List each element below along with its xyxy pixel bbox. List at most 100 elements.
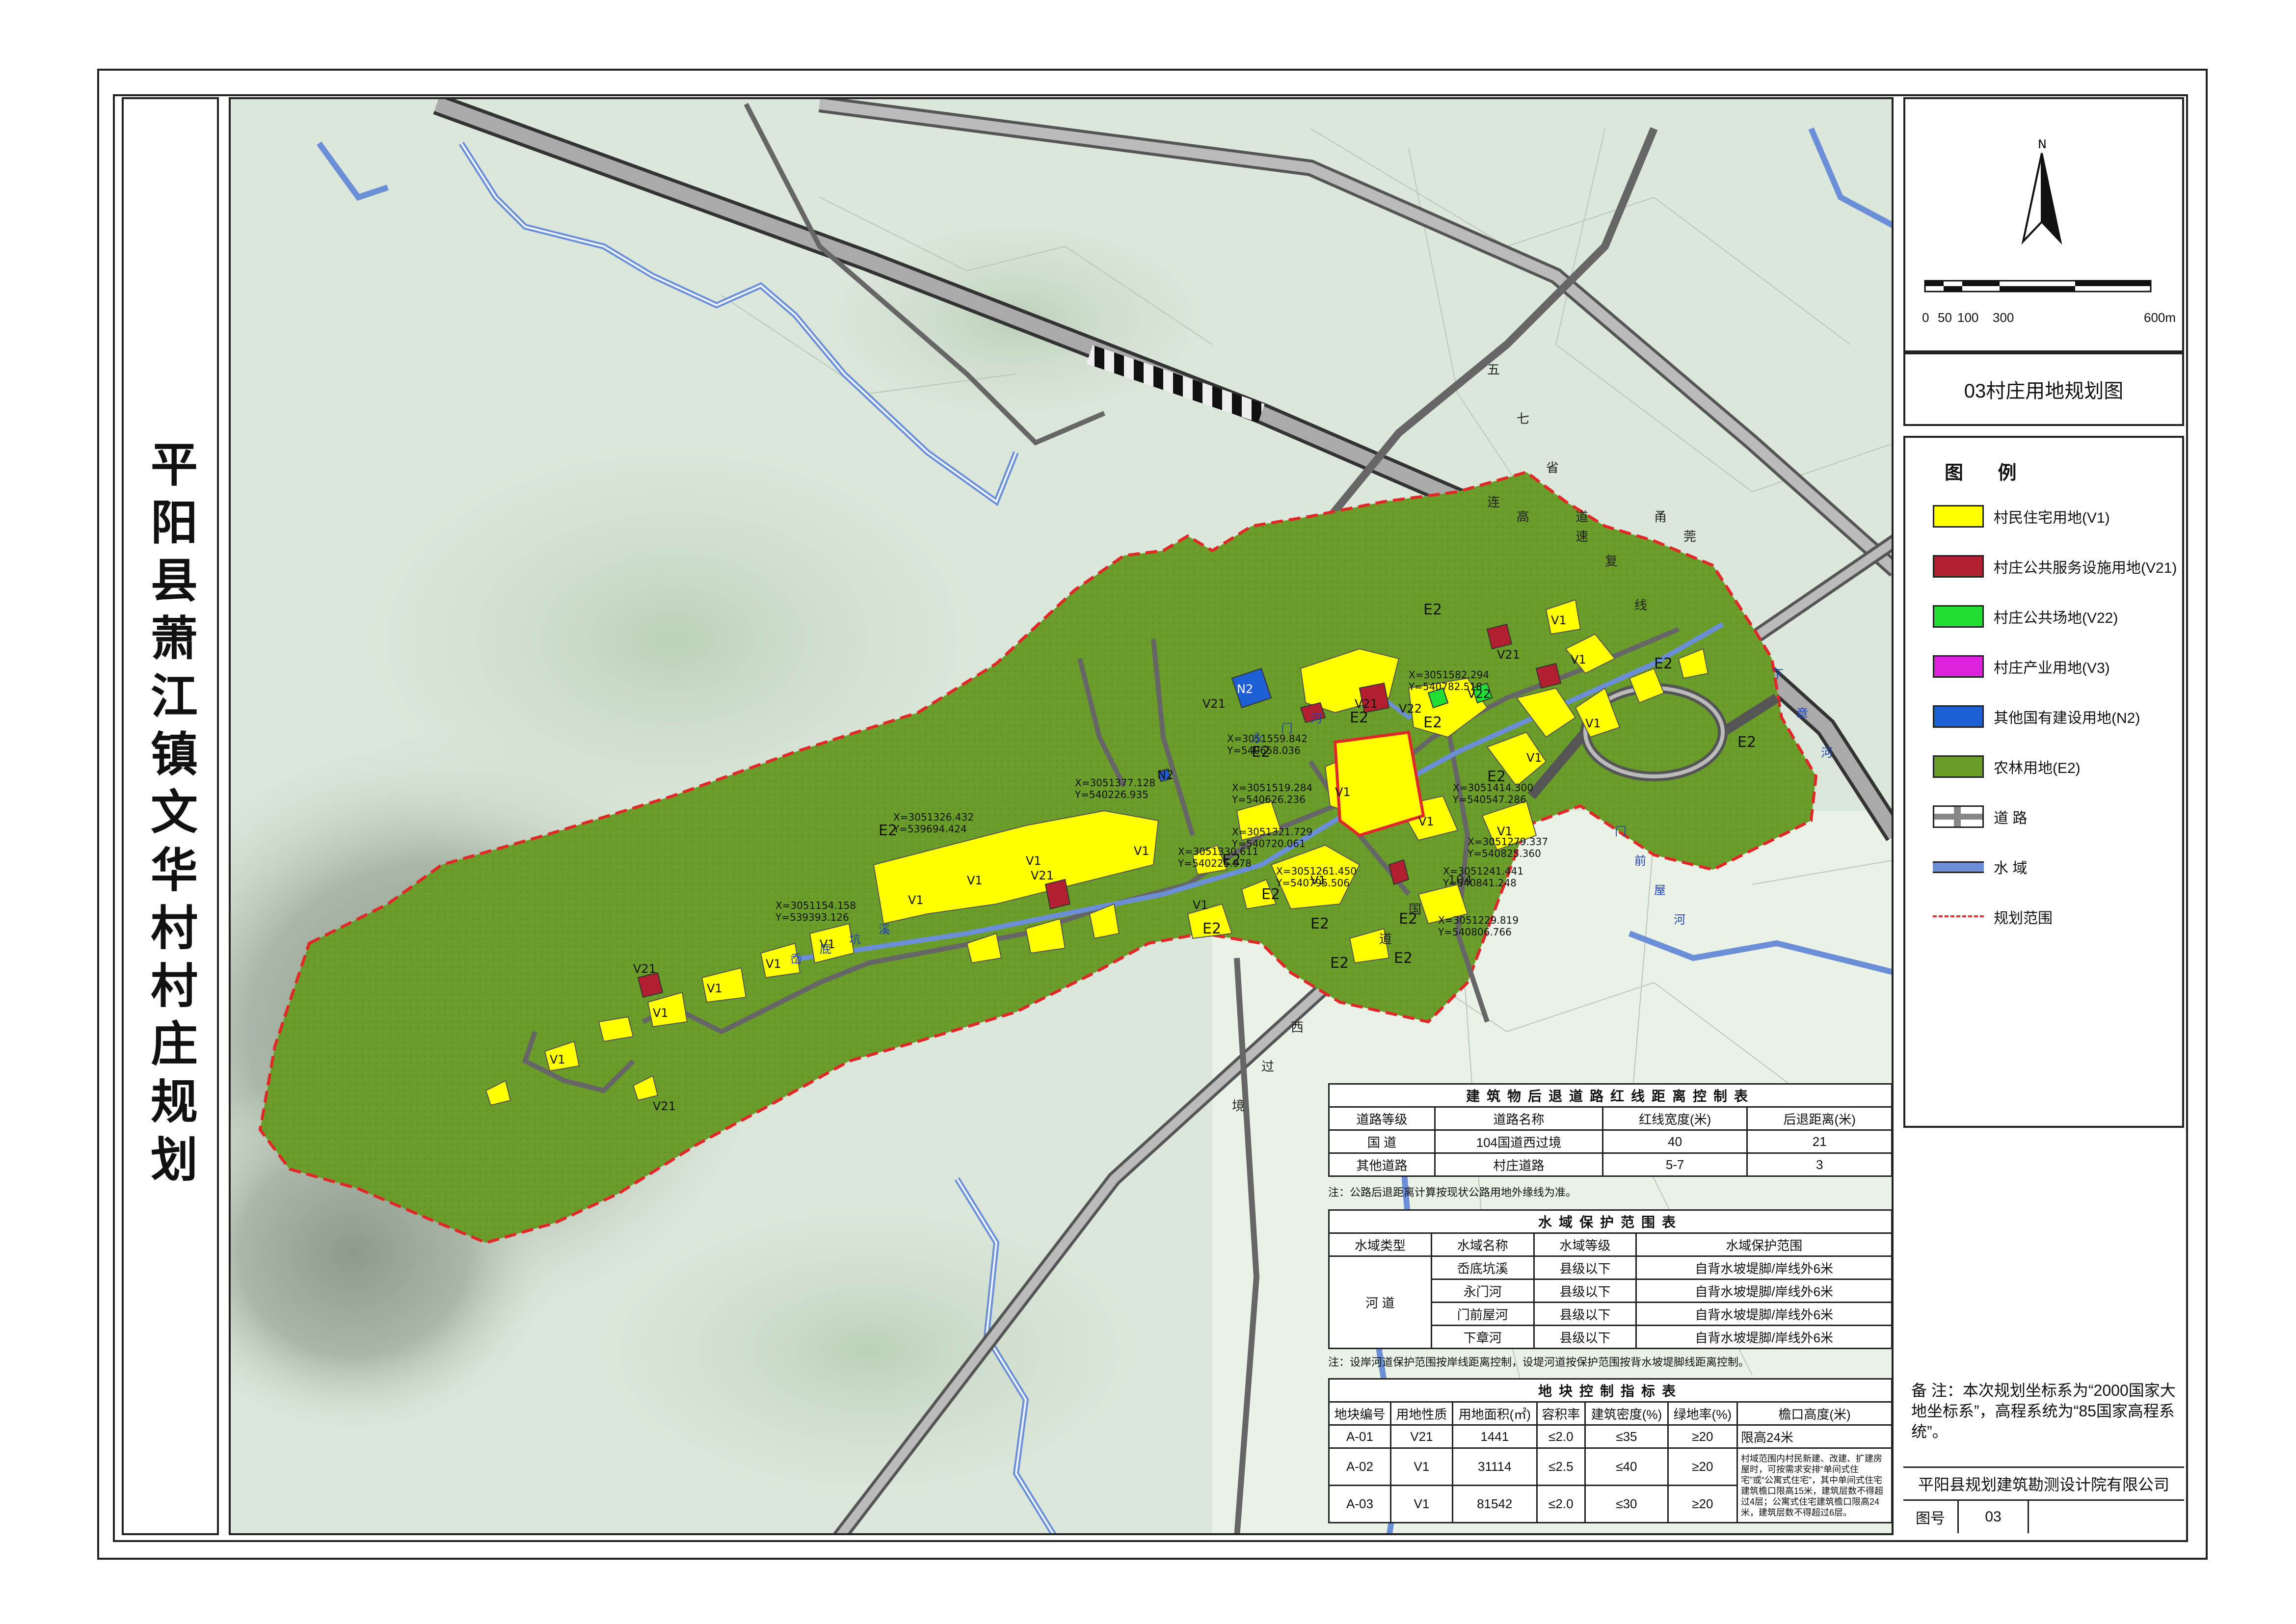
legend-item-road: 道 路 bbox=[1933, 802, 2027, 831]
water-header: 水域名称 bbox=[1430, 1232, 1535, 1257]
svg-text:复: 复 bbox=[1605, 554, 1618, 569]
setback-header: 红线宽度(米) bbox=[1602, 1106, 1748, 1131]
svg-text:X=3051519.284: X=3051519.284 bbox=[1232, 782, 1312, 794]
table-row: 河 道 岙底坑溪 县级以下 自背水坡堤脚/岸线外6米 bbox=[1328, 1255, 1892, 1349]
svg-text:Y=539694.424: Y=539694.424 bbox=[893, 823, 967, 835]
svg-text:屋: 屋 bbox=[1654, 883, 1666, 897]
svg-text:国: 国 bbox=[1409, 903, 1421, 917]
svg-text:门: 门 bbox=[1615, 825, 1627, 838]
water-note: 注：设岸河道保护范围按岸线距离控制，设堤河道按保护范围按背水坡堤脚线距离控制。 bbox=[1328, 1356, 1750, 1368]
height-remark: 村域范围内村民新建、改建、扩建房屋时，可按需求安排“单间式住宅”或“公寓式住宅”… bbox=[1736, 1447, 1892, 1523]
plot-header: 用地性质 bbox=[1389, 1401, 1453, 1426]
svg-text:省: 省 bbox=[1546, 461, 1559, 476]
sheet-label: 图号 bbox=[1903, 1501, 1959, 1533]
svg-text:溪: 溪 bbox=[879, 923, 890, 936]
plot-table-caption: 地块控制指标表 bbox=[1328, 1378, 1892, 1403]
svg-text:下: 下 bbox=[1772, 667, 1784, 681]
svg-text:V1: V1 bbox=[1585, 717, 1601, 730]
scale-labels: 0 50 100 300 600m bbox=[1922, 310, 2176, 325]
map-panel[interactable]: E2 E2 E2 E2 E2 E2 E2 E2 E2 E2 E2 E2 E2 E… bbox=[229, 97, 1894, 1535]
svg-text:V1: V1 bbox=[766, 957, 781, 971]
svg-text:V21: V21 bbox=[1202, 697, 1226, 711]
svg-text:底: 底 bbox=[820, 942, 831, 956]
svg-text:V1: V1 bbox=[1418, 815, 1434, 828]
sidebar: N 0 50 100 300 600m 03村庄用地规划图 图 例 村民住宅用地… bbox=[1903, 97, 2184, 1535]
svg-text:V1: V1 bbox=[653, 1006, 668, 1020]
table-row: 国 道 104国道西过境 40 21 bbox=[1328, 1129, 1892, 1154]
svg-text:岙: 岙 bbox=[790, 952, 802, 966]
legend-swatch bbox=[1933, 505, 1984, 528]
setback-table: 建筑物后退道路红线距离控制表 道路等级 道路名称 红线宽度(米) 后退距离(米)… bbox=[1328, 1083, 1892, 1177]
svg-text:Y=540658.036: Y=540658.036 bbox=[1227, 745, 1301, 756]
svg-text:E2: E2 bbox=[1350, 709, 1368, 726]
setback-header: 道路等级 bbox=[1328, 1106, 1436, 1131]
svg-text:前: 前 bbox=[1634, 854, 1646, 868]
residential-block-a03[interactable] bbox=[1333, 730, 1425, 837]
table-row: 其他道路 村庄道路 5-7 3 bbox=[1328, 1152, 1892, 1177]
svg-text:高: 高 bbox=[1517, 510, 1529, 525]
notes: 备 注：本次规划坐标系为“2000国家大地坐标系”，高程系统为“85国家高程系统… bbox=[1903, 1373, 2184, 1462]
svg-text:七: 七 bbox=[1517, 412, 1529, 426]
water-header: 水域保护范围 bbox=[1635, 1232, 1892, 1257]
svg-text:河: 河 bbox=[1310, 712, 1322, 725]
svg-text:V1: V1 bbox=[1551, 613, 1567, 627]
svg-text:线: 线 bbox=[1634, 598, 1647, 613]
svg-text:E2: E2 bbox=[1310, 915, 1329, 932]
svg-text:Y=540795.506: Y=540795.506 bbox=[1276, 877, 1350, 889]
water-table: 水域保护范围表 水域类型 水域名称 水域等级 水域保护范围 河 道 岙底坑溪 县… bbox=[1328, 1209, 1892, 1349]
svg-text:E2: E2 bbox=[1202, 920, 1221, 937]
title-column: 平阳县萧江镇文华村村庄规划 bbox=[122, 97, 219, 1535]
scale-bar bbox=[1924, 280, 2152, 293]
svg-text:Y=540225.978: Y=540225.978 bbox=[1177, 857, 1252, 869]
sheet-number-row: 图号 03 bbox=[1903, 1501, 2184, 1533]
plot-header: 檐口高度(米) bbox=[1736, 1401, 1892, 1426]
svg-text:V1: V1 bbox=[1134, 844, 1149, 858]
svg-text:E2: E2 bbox=[1423, 601, 1442, 618]
svg-text:V1: V1 bbox=[1026, 854, 1041, 868]
legend-swatch bbox=[1933, 555, 1984, 578]
setback-header: 后退距离(米) bbox=[1746, 1106, 1892, 1131]
svg-text:V1: V1 bbox=[1526, 751, 1542, 765]
svg-text:章: 章 bbox=[1796, 707, 1808, 720]
water-table-caption: 水域保护范围表 bbox=[1328, 1209, 1892, 1234]
svg-text:V21: V21 bbox=[1031, 869, 1054, 882]
svg-text:道: 道 bbox=[1575, 510, 1588, 525]
legend-swatch bbox=[1933, 605, 1984, 628]
legend-item-water: 水 域 bbox=[1933, 852, 2027, 881]
plot-header: 容积率 bbox=[1536, 1401, 1586, 1426]
boundary-icon bbox=[1933, 905, 1984, 928]
setback-note: 注：公路后退距离计算按现状公路用地外缘线为准。 bbox=[1328, 1186, 1577, 1198]
svg-text:莞: 莞 bbox=[1683, 530, 1696, 544]
svg-text:连: 连 bbox=[1487, 495, 1500, 510]
plot-header: 用地面积(㎡) bbox=[1451, 1401, 1538, 1426]
svg-text:Y=540825.360: Y=540825.360 bbox=[1467, 848, 1541, 859]
svg-text:V1: V1 bbox=[967, 874, 983, 887]
legend-swatch bbox=[1933, 655, 1984, 678]
svg-text:X=3051582.294: X=3051582.294 bbox=[1409, 669, 1489, 681]
svg-text:X=3051154.158: X=3051154.158 bbox=[775, 900, 856, 911]
svg-text:X=3051414.300: X=3051414.300 bbox=[1453, 782, 1533, 794]
svg-text:V21: V21 bbox=[1355, 697, 1378, 711]
setback-table-caption: 建筑物后退道路红线距离控制表 bbox=[1328, 1083, 1892, 1108]
svg-text:V1: V1 bbox=[908, 893, 924, 907]
svg-text:西: 西 bbox=[1291, 1020, 1304, 1035]
svg-text:V1: V1 bbox=[550, 1053, 565, 1066]
north-arrow-icon: N bbox=[1924, 137, 2152, 293]
legend-item-v21: 村庄公共服务设施用地(V21) bbox=[1933, 552, 2177, 581]
svg-text:N2: N2 bbox=[1237, 682, 1253, 696]
svg-text:V21: V21 bbox=[633, 962, 656, 976]
svg-text:甬: 甬 bbox=[1654, 510, 1667, 525]
svg-text:河: 河 bbox=[1674, 913, 1685, 927]
svg-text:V22: V22 bbox=[1399, 702, 1422, 716]
svg-text:V21: V21 bbox=[1497, 648, 1520, 662]
svg-text:E2: E2 bbox=[1737, 734, 1756, 751]
svg-text:道: 道 bbox=[1379, 932, 1392, 947]
svg-text:Y=540782.518: Y=540782.518 bbox=[1408, 681, 1482, 692]
plan-title: 平阳县萧江镇文华村村庄规划 bbox=[142, 440, 198, 1193]
svg-text:过: 过 bbox=[1261, 1060, 1274, 1074]
svg-text:门: 门 bbox=[1281, 721, 1293, 735]
svg-text:N2: N2 bbox=[1157, 768, 1174, 782]
svg-text:速: 速 bbox=[1575, 530, 1588, 544]
svg-text:Y=540626.236: Y=540626.236 bbox=[1231, 794, 1306, 805]
svg-text:E2: E2 bbox=[1423, 714, 1442, 731]
